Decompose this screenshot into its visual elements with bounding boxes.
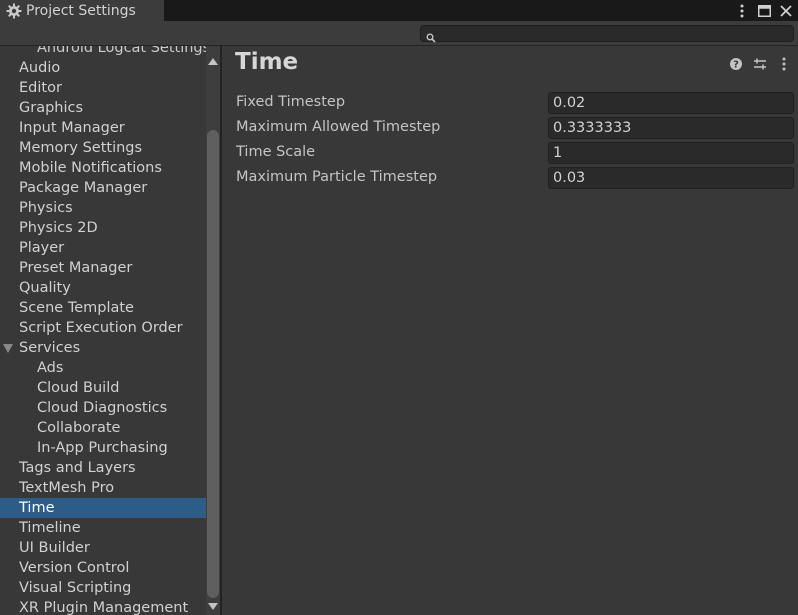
sidebar-item-collaborate[interactable]: Collaborate xyxy=(0,418,206,438)
sidebar-item-physics-2d[interactable]: Physics 2D xyxy=(0,218,206,238)
header-icons: ? xyxy=(728,56,792,72)
sidebar-item-label: Preset Manager xyxy=(19,260,133,276)
search-box[interactable] xyxy=(420,25,794,43)
sidebar-item-label: Audio xyxy=(19,60,61,76)
sidebar-item-label: Version Control xyxy=(19,560,130,576)
preset-sliders-icon[interactable] xyxy=(752,56,768,72)
window-controls xyxy=(734,0,794,21)
sidebar-item-services[interactable]: Services xyxy=(0,338,206,358)
sidebar-item-label: Input Manager xyxy=(19,120,125,136)
sidebar-item-xr-plugin-management[interactable]: XR Plugin Management xyxy=(0,598,206,615)
sidebar-item-label: In-App Purchasing xyxy=(37,440,168,456)
sidebar-item-label: Time xyxy=(19,500,55,516)
page-title: Time xyxy=(235,49,299,75)
sidebar-item-label: Physics xyxy=(19,200,73,216)
sidebar-item-label: Package Manager xyxy=(19,180,148,196)
settings-content: Time ? Fixed Timestep Maximum Allowed Tim… xyxy=(222,46,798,615)
gear-icon xyxy=(6,3,22,19)
sidebar-item-ads[interactable]: Ads xyxy=(0,358,206,378)
more-vert-icon[interactable] xyxy=(776,56,792,72)
more-vert-icon[interactable] xyxy=(734,3,750,19)
sidebar-item-label: Cloud Diagnostics xyxy=(37,400,168,416)
sidebar-item-timeline[interactable]: Timeline xyxy=(0,518,206,538)
sidebar-item-cloud-build[interactable]: Cloud Build xyxy=(0,378,206,398)
help-icon[interactable]: ? xyxy=(728,56,744,72)
scrollbar-thumb[interactable] xyxy=(207,130,219,598)
title-bar: Project Settings xyxy=(0,0,798,21)
sidebar-item-time[interactable]: Time xyxy=(0,498,206,518)
toolbar xyxy=(0,21,798,46)
sidebar-item-scene-template[interactable]: Scene Template xyxy=(0,298,206,318)
sidebar-item-in-app-purchasing[interactable]: In-App Purchasing xyxy=(0,438,206,458)
tab-label: Project Settings xyxy=(26,2,136,19)
sidebar-item-label: Script Execution Order xyxy=(19,320,183,336)
sidebar-item-label: Physics 2D xyxy=(19,220,98,236)
property-value-field[interactable] xyxy=(548,167,794,189)
sidebar-item-partial[interactable]: Android Logcat Settings xyxy=(0,46,206,58)
property-value-field[interactable] xyxy=(548,117,794,139)
maximize-icon[interactable] xyxy=(756,3,772,19)
sidebar-item-player[interactable]: Player xyxy=(0,238,206,258)
sidebar-item-label: Android Logcat Settings xyxy=(37,46,206,56)
sidebar-item-cloud-diagnostics[interactable]: Cloud Diagnostics xyxy=(0,398,206,418)
sidebar-item-memory-settings[interactable]: Memory Settings xyxy=(0,138,206,158)
sidebar-item-label: Memory Settings xyxy=(19,140,143,156)
property-row-maximum-particle-timestep: Maximum Particle Timestep xyxy=(236,167,796,189)
property-row-maximum-allowed-timestep: Maximum Allowed Timestep xyxy=(236,117,796,139)
sidebar-item-label: Services xyxy=(19,340,81,356)
sidebar-item-editor[interactable]: Editor xyxy=(0,78,206,98)
sidebar-item-label: Player xyxy=(19,240,65,256)
sidebar-item-label: Mobile Notifications xyxy=(19,160,162,176)
expand-arrow-icon[interactable] xyxy=(3,344,13,353)
sidebar-item-input-manager[interactable]: Input Manager xyxy=(0,118,206,138)
sidebar-item-audio[interactable]: Audio xyxy=(0,58,206,78)
sidebar-item-label: Collaborate xyxy=(37,420,121,436)
sidebar-item-label: Cloud Build xyxy=(37,380,120,396)
sidebar-item-label: Graphics xyxy=(19,100,84,116)
sidebar-item-label: Editor xyxy=(19,80,62,96)
sidebar-item-label: Tags and Layers xyxy=(19,460,136,476)
sidebar-item-label: Timeline xyxy=(19,520,81,536)
svg-text:?: ? xyxy=(733,60,739,71)
sidebar-item-visual-scripting[interactable]: Visual Scripting xyxy=(0,578,206,598)
sidebar-item-preset-manager[interactable]: Preset Manager xyxy=(0,258,206,278)
sidebar-item-label: Ads xyxy=(37,360,64,376)
scroll-up-arrow-icon[interactable] xyxy=(208,58,218,65)
sidebar-scrollbar[interactable] xyxy=(206,46,220,615)
sidebar-item-script-execution-order[interactable]: Script Execution Order xyxy=(0,318,206,338)
property-label: Maximum Particle Timestep xyxy=(236,169,438,185)
sidebar-item-version-control[interactable]: Version Control xyxy=(0,558,206,578)
close-icon[interactable] xyxy=(778,3,794,19)
sidebar-item-tags-and-layers[interactable]: Tags and Layers xyxy=(0,458,206,478)
property-value-field[interactable] xyxy=(548,142,794,164)
search-icon xyxy=(426,28,438,43)
sidebar-item-label: Quality xyxy=(19,280,71,296)
settings-sidebar: Android Logcat Settings Audio Editor Graph… xyxy=(0,46,206,615)
property-value-field[interactable] xyxy=(548,92,794,114)
sidebar-item-physics[interactable]: Physics xyxy=(0,198,206,218)
scroll-down-arrow-icon[interactable] xyxy=(208,603,218,610)
property-label: Time Scale xyxy=(236,144,316,160)
property-label: Maximum Allowed Timestep xyxy=(236,119,441,135)
sidebar-item-graphics[interactable]: Graphics xyxy=(0,98,206,118)
sidebar-item-mobile-notifications[interactable]: Mobile Notifications xyxy=(0,158,206,178)
tab-project-settings[interactable]: Project Settings xyxy=(0,0,164,21)
sidebar-item-package-manager[interactable]: Package Manager xyxy=(0,178,206,198)
property-row-fixed-timestep: Fixed Timestep xyxy=(236,92,796,114)
sidebar-item-quality[interactable]: Quality xyxy=(0,278,206,298)
sidebar-item-label: TextMesh Pro xyxy=(19,480,115,496)
property-label: Fixed Timestep xyxy=(236,94,346,110)
sidebar-item-ui-builder[interactable]: UI Builder xyxy=(0,538,206,558)
sidebar-item-label: XR Plugin Management xyxy=(19,600,189,615)
sidebar-item-textmesh-pro[interactable]: TextMesh Pro xyxy=(0,478,206,498)
sidebar-item-label: UI Builder xyxy=(19,540,90,556)
sidebar-item-label: Scene Template xyxy=(19,300,134,316)
property-row-time-scale: Time Scale xyxy=(236,142,796,164)
sidebar-item-label: Visual Scripting xyxy=(19,580,132,596)
